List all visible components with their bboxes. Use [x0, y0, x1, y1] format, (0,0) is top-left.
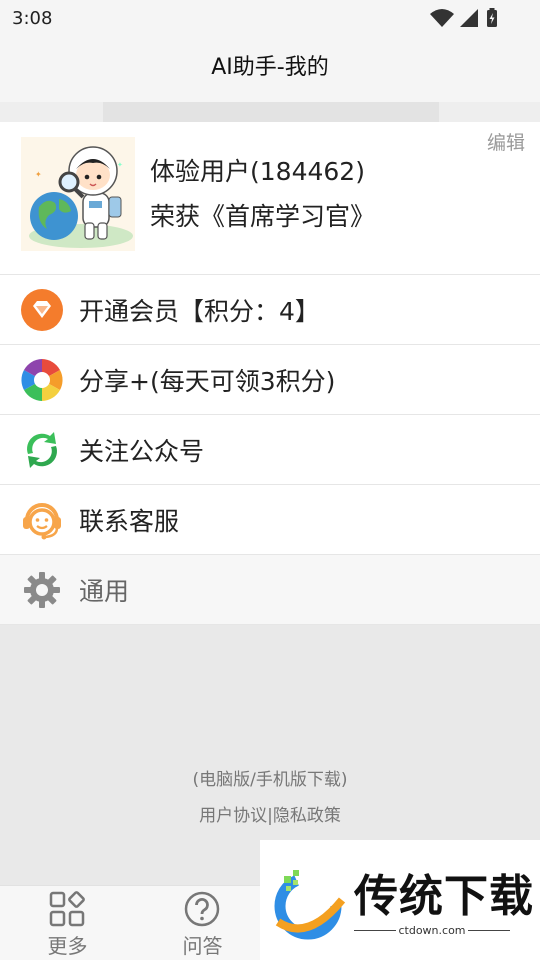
gear-icon	[24, 572, 60, 608]
user-agreement-link[interactable]: 用户协议	[199, 806, 267, 826]
download-link[interactable]: (电脑版/手机版下载)	[0, 765, 540, 790]
status-bar: 3:08	[0, 0, 540, 36]
watermark-url: ctdown.com	[398, 924, 466, 937]
menu-item-share[interactable]: 分享+(每天可领3积分)	[0, 345, 540, 415]
user-name: 体验用户(184462)	[150, 157, 365, 186]
menu-item-label: 开通会员【积分：4】	[79, 297, 320, 326]
official-account-icon	[27, 432, 57, 468]
avatar[interactable]: ✦ ✦	[21, 137, 135, 251]
legal-links: 用户协议|隐私政策	[0, 801, 540, 826]
signal-icon	[460, 9, 478, 27]
watermark-brand: 传统下载	[354, 871, 534, 922]
top-divider	[0, 102, 540, 122]
edit-button[interactable]: 编辑	[487, 128, 525, 155]
tab-qa[interactable]: 问答	[135, 886, 270, 960]
menu-item-label: 分享+(每天可领3积分)	[79, 367, 336, 396]
diamond-icon	[21, 289, 63, 331]
svg-text:✦: ✦	[35, 170, 42, 179]
customer-service-icon	[23, 503, 61, 540]
menu-item-label: 关注公众号	[79, 437, 205, 466]
tab-more[interactable]: 更多	[0, 886, 135, 960]
tab-label: 更多	[47, 934, 88, 958]
question-icon	[184, 891, 220, 927]
watermark-logo	[274, 870, 346, 940]
menu-item-label: 联系客服	[79, 507, 180, 536]
menu-item-membership[interactable]: 开通会员【积分：4】	[0, 275, 540, 345]
astronaut-avatar-image: ✦ ✦	[29, 146, 133, 248]
user-honor: 荣获《首席学习官》	[150, 202, 376, 231]
status-time: 3:08	[12, 8, 53, 29]
menu-item-follow[interactable]: 关注公众号	[0, 415, 540, 485]
profile-card[interactable]: ✦ ✦ 体验用户(184462) 荣获《首席学习官》 编辑	[0, 122, 540, 275]
wifi-icon	[430, 9, 454, 27]
share-aperture-icon	[21, 359, 63, 401]
tab-label: 问答	[182, 934, 223, 958]
privacy-policy-link[interactable]: 隐私政策	[273, 806, 341, 826]
watermark: 传统下载 ctdown.com	[260, 840, 540, 960]
menu-item-customer-service[interactable]: 联系客服	[0, 485, 540, 555]
menu-item-general[interactable]: 通用	[0, 555, 540, 625]
svg-text:✦: ✦	[117, 161, 123, 169]
status-icons	[430, 8, 497, 27]
menu-item-label: 通用	[79, 577, 130, 606]
page-title: AI助手-我的	[0, 36, 540, 102]
grid-icon	[49, 891, 85, 927]
